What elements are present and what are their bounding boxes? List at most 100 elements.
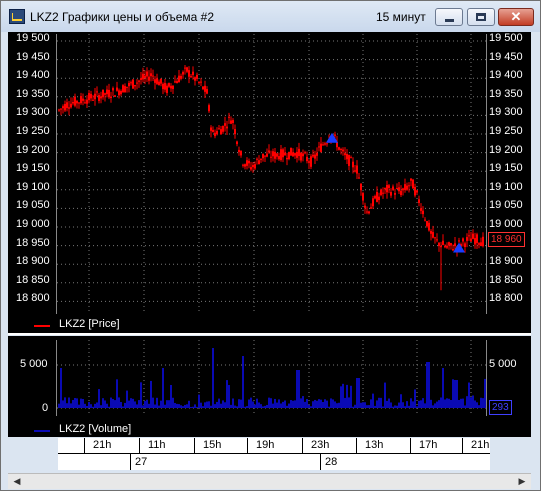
price-candle-body: [374, 196, 376, 199]
volume-bar: [82, 398, 84, 408]
price-candle-body: [98, 95, 100, 101]
price-chart[interactable]: [57, 34, 486, 314]
scroll-left-icon[interactable]: ◀: [10, 475, 24, 487]
price-candle-body: [66, 102, 68, 109]
volume-bar: [340, 386, 342, 408]
price-candle-body: [82, 98, 84, 101]
volume-bar: [204, 402, 206, 408]
volume-bar: [246, 406, 248, 408]
price-candle-body: [410, 178, 412, 181]
price-candle-body: [58, 109, 60, 111]
volume-bar: [404, 406, 406, 408]
title-bar[interactable]: LKZ2 Графики цены и объема #2 15 минут ✕: [1, 1, 540, 32]
price-candle-body: [432, 232, 434, 238]
price-tick-left: 19 100: [16, 180, 50, 193]
volume-bar: [208, 401, 210, 408]
volume-bar: [158, 405, 160, 408]
price-candle-body: [290, 147, 292, 156]
volume-bar: [346, 384, 348, 408]
price-candle-body: [362, 193, 364, 201]
price-candle-body: [212, 129, 214, 133]
time-tick: 15h: [194, 438, 249, 453]
volume-bar: [212, 348, 214, 408]
price-tick-left: 19 450: [16, 50, 50, 63]
volume-chart[interactable]: [57, 340, 486, 416]
price-candle-body: [392, 186, 394, 190]
price-plot-area[interactable]: [56, 34, 487, 314]
volume-plot-area[interactable]: [56, 340, 487, 416]
volume-bar: [100, 405, 102, 408]
price-candle-body: [284, 152, 286, 156]
price-candle-body: [384, 187, 386, 190]
volume-bar: [284, 400, 286, 408]
volume-bar: [248, 399, 250, 408]
volume-bar: [478, 405, 480, 408]
volume-bar: [464, 405, 466, 408]
price-candle-body: [250, 167, 252, 170]
volume-bar: [328, 406, 330, 408]
price-candle-body: [414, 186, 416, 196]
volume-tick-5000-right: 5 000: [489, 358, 517, 370]
price-candle-body: [380, 189, 382, 196]
volume-bar: [342, 383, 344, 408]
price-candle-body: [216, 130, 218, 135]
time-axis[interactable]: 21h 11h 15h 19h 23h 13h 17h 21h 27 28: [58, 438, 490, 470]
price-candle-body: [416, 190, 418, 193]
price-candle-body: [268, 150, 270, 153]
volume-bar: [76, 398, 78, 408]
volume-bar: [122, 406, 124, 408]
price-candle-body: [228, 116, 230, 118]
price-candle-body: [78, 102, 80, 104]
volume-bar: [406, 401, 408, 408]
price-candle-body: [96, 91, 98, 93]
volume-bar: [462, 398, 464, 408]
volume-bar: [364, 402, 366, 408]
volume-bar: [126, 390, 128, 408]
price-candle-body: [84, 102, 86, 104]
price-candle-body: [184, 67, 186, 69]
volume-bar: [452, 379, 454, 408]
volume-bar: [356, 378, 358, 408]
price-candle-body: [478, 243, 480, 245]
pane-separator[interactable]: [8, 333, 531, 335]
price-candle-body: [244, 164, 246, 167]
maximize-button[interactable]: [467, 8, 495, 26]
timeframe-label[interactable]: 15 минут: [376, 10, 426, 24]
minimize-button[interactable]: [435, 8, 463, 26]
price-candle-body: [370, 207, 372, 209]
trade-marker-icon[interactable]: [326, 132, 338, 143]
volume-bar: [330, 398, 332, 408]
volume-bar: [168, 400, 170, 408]
price-candle-body: [446, 245, 448, 248]
volume-bar: [352, 406, 354, 408]
volume-bar: [456, 380, 458, 408]
volume-bar: [80, 398, 82, 408]
volume-bar: [130, 398, 132, 408]
volume-bar: [268, 397, 270, 408]
scroll-right-icon[interactable]: ▶: [515, 475, 529, 487]
price-pane[interactable]: 19 500 19 450 19 400 19 350 19 300 19 250 19 2…: [8, 32, 531, 333]
volume-bar: [182, 406, 184, 408]
volume-bar: [160, 400, 162, 408]
horizontal-scrollbar[interactable]: ◀ ▶: [8, 473, 531, 489]
volume-bar: [378, 397, 380, 408]
price-candle-body: [174, 81, 176, 83]
price-candle-body: [296, 151, 298, 158]
volume-bar: [292, 400, 294, 408]
volume-bar: [244, 406, 246, 408]
volume-bar: [194, 404, 196, 408]
price-candle-body: [356, 165, 358, 174]
close-button[interactable]: ✕: [498, 8, 534, 26]
price-candle-body: [286, 157, 288, 160]
time-tick: 11h: [139, 438, 199, 453]
volume-bar: [138, 400, 140, 408]
volume-bar: [172, 397, 174, 408]
volume-bar: [318, 399, 320, 408]
volume-bar: [416, 406, 418, 408]
price-candle-body: [450, 243, 452, 246]
price-candle-body: [206, 89, 208, 94]
volume-pane[interactable]: 5 000 0 5 000 293 LKZ2 [Volume]: [8, 336, 531, 437]
volume-bar: [148, 403, 150, 408]
volume-bar: [202, 406, 204, 408]
price-candle-body: [264, 155, 266, 157]
